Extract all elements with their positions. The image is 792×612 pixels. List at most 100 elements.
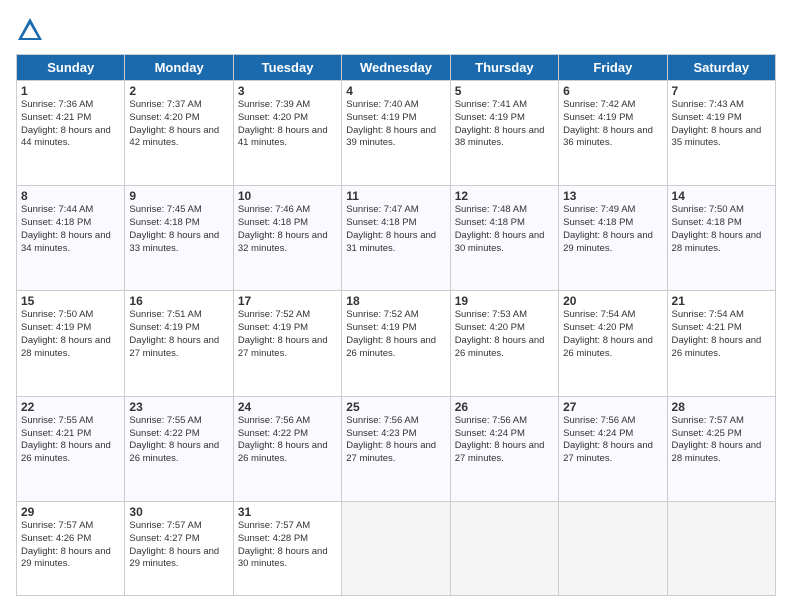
day-number: 9 <box>129 189 228 203</box>
calendar-cell <box>450 501 558 595</box>
day-number: 13 <box>563 189 662 203</box>
day-number: 15 <box>21 294 120 308</box>
day-info: Sunrise: 7:45 AMSunset: 4:18 PMDaylight:… <box>129 204 228 255</box>
calendar-week-row: 29Sunrise: 7:57 AMSunset: 4:26 PMDayligh… <box>17 501 776 595</box>
day-info: Sunrise: 7:56 AMSunset: 4:24 PMDaylight:… <box>455 415 554 466</box>
header <box>16 16 776 44</box>
calendar-cell: 4Sunrise: 7:40 AMSunset: 4:19 PMDaylight… <box>342 81 450 186</box>
day-number: 31 <box>238 505 337 519</box>
day-number: 18 <box>346 294 445 308</box>
day-info: Sunrise: 7:57 AMSunset: 4:25 PMDaylight:… <box>672 415 771 466</box>
calendar-cell: 10Sunrise: 7:46 AMSunset: 4:18 PMDayligh… <box>233 186 341 291</box>
day-info: Sunrise: 7:56 AMSunset: 4:23 PMDaylight:… <box>346 415 445 466</box>
calendar-cell: 27Sunrise: 7:56 AMSunset: 4:24 PMDayligh… <box>559 396 667 501</box>
day-number: 19 <box>455 294 554 308</box>
day-number: 21 <box>672 294 771 308</box>
calendar-cell: 29Sunrise: 7:57 AMSunset: 4:26 PMDayligh… <box>17 501 125 595</box>
day-info: Sunrise: 7:55 AMSunset: 4:22 PMDaylight:… <box>129 415 228 466</box>
day-info: Sunrise: 7:56 AMSunset: 4:24 PMDaylight:… <box>563 415 662 466</box>
calendar-cell: 1Sunrise: 7:36 AMSunset: 4:21 PMDaylight… <box>17 81 125 186</box>
day-info: Sunrise: 7:41 AMSunset: 4:19 PMDaylight:… <box>455 99 554 150</box>
weekday-header: Thursday <box>450 55 558 81</box>
day-number: 2 <box>129 84 228 98</box>
logo-icon <box>16 16 44 44</box>
day-info: Sunrise: 7:42 AMSunset: 4:19 PMDaylight:… <box>563 99 662 150</box>
day-info: Sunrise: 7:52 AMSunset: 4:19 PMDaylight:… <box>238 309 337 360</box>
day-number: 25 <box>346 400 445 414</box>
day-number: 14 <box>672 189 771 203</box>
calendar-cell: 5Sunrise: 7:41 AMSunset: 4:19 PMDaylight… <box>450 81 558 186</box>
weekday-header: Wednesday <box>342 55 450 81</box>
calendar-cell: 18Sunrise: 7:52 AMSunset: 4:19 PMDayligh… <box>342 291 450 396</box>
calendar-cell: 2Sunrise: 7:37 AMSunset: 4:20 PMDaylight… <box>125 81 233 186</box>
calendar-cell: 13Sunrise: 7:49 AMSunset: 4:18 PMDayligh… <box>559 186 667 291</box>
calendar-cell: 31Sunrise: 7:57 AMSunset: 4:28 PMDayligh… <box>233 501 341 595</box>
day-number: 6 <box>563 84 662 98</box>
calendar-cell: 7Sunrise: 7:43 AMSunset: 4:19 PMDaylight… <box>667 81 775 186</box>
calendar-cell: 9Sunrise: 7:45 AMSunset: 4:18 PMDaylight… <box>125 186 233 291</box>
calendar-cell: 14Sunrise: 7:50 AMSunset: 4:18 PMDayligh… <box>667 186 775 291</box>
calendar-body: 1Sunrise: 7:36 AMSunset: 4:21 PMDaylight… <box>17 81 776 596</box>
day-number: 30 <box>129 505 228 519</box>
day-number: 4 <box>346 84 445 98</box>
weekday-header: Sunday <box>17 55 125 81</box>
day-info: Sunrise: 7:56 AMSunset: 4:22 PMDaylight:… <box>238 415 337 466</box>
weekday-header: Monday <box>125 55 233 81</box>
day-info: Sunrise: 7:40 AMSunset: 4:19 PMDaylight:… <box>346 99 445 150</box>
calendar-cell: 28Sunrise: 7:57 AMSunset: 4:25 PMDayligh… <box>667 396 775 501</box>
day-number: 20 <box>563 294 662 308</box>
day-info: Sunrise: 7:57 AMSunset: 4:26 PMDaylight:… <box>21 520 120 571</box>
calendar-cell: 3Sunrise: 7:39 AMSunset: 4:20 PMDaylight… <box>233 81 341 186</box>
calendar-cell: 23Sunrise: 7:55 AMSunset: 4:22 PMDayligh… <box>125 396 233 501</box>
day-info: Sunrise: 7:47 AMSunset: 4:18 PMDaylight:… <box>346 204 445 255</box>
day-number: 12 <box>455 189 554 203</box>
day-info: Sunrise: 7:37 AMSunset: 4:20 PMDaylight:… <box>129 99 228 150</box>
calendar-cell: 16Sunrise: 7:51 AMSunset: 4:19 PMDayligh… <box>125 291 233 396</box>
day-number: 7 <box>672 84 771 98</box>
calendar-week-row: 1Sunrise: 7:36 AMSunset: 4:21 PMDaylight… <box>17 81 776 186</box>
calendar-cell: 26Sunrise: 7:56 AMSunset: 4:24 PMDayligh… <box>450 396 558 501</box>
day-info: Sunrise: 7:54 AMSunset: 4:20 PMDaylight:… <box>563 309 662 360</box>
weekday-header-row: SundayMondayTuesdayWednesdayThursdayFrid… <box>17 55 776 81</box>
day-info: Sunrise: 7:53 AMSunset: 4:20 PMDaylight:… <box>455 309 554 360</box>
day-info: Sunrise: 7:57 AMSunset: 4:27 PMDaylight:… <box>129 520 228 571</box>
day-info: Sunrise: 7:50 AMSunset: 4:18 PMDaylight:… <box>672 204 771 255</box>
day-info: Sunrise: 7:50 AMSunset: 4:19 PMDaylight:… <box>21 309 120 360</box>
calendar-cell: 8Sunrise: 7:44 AMSunset: 4:18 PMDaylight… <box>17 186 125 291</box>
calendar-cell: 30Sunrise: 7:57 AMSunset: 4:27 PMDayligh… <box>125 501 233 595</box>
calendar-cell: 19Sunrise: 7:53 AMSunset: 4:20 PMDayligh… <box>450 291 558 396</box>
calendar-cell <box>342 501 450 595</box>
day-number: 16 <box>129 294 228 308</box>
day-info: Sunrise: 7:49 AMSunset: 4:18 PMDaylight:… <box>563 204 662 255</box>
calendar-week-row: 8Sunrise: 7:44 AMSunset: 4:18 PMDaylight… <box>17 186 776 291</box>
calendar-week-row: 15Sunrise: 7:50 AMSunset: 4:19 PMDayligh… <box>17 291 776 396</box>
day-number: 17 <box>238 294 337 308</box>
weekday-header: Saturday <box>667 55 775 81</box>
page: SundayMondayTuesdayWednesdayThursdayFrid… <box>0 0 792 612</box>
day-number: 5 <box>455 84 554 98</box>
calendar-cell: 20Sunrise: 7:54 AMSunset: 4:20 PMDayligh… <box>559 291 667 396</box>
day-info: Sunrise: 7:44 AMSunset: 4:18 PMDaylight:… <box>21 204 120 255</box>
day-number: 23 <box>129 400 228 414</box>
calendar: SundayMondayTuesdayWednesdayThursdayFrid… <box>16 54 776 596</box>
weekday-header: Tuesday <box>233 55 341 81</box>
day-info: Sunrise: 7:57 AMSunset: 4:28 PMDaylight:… <box>238 520 337 571</box>
calendar-week-row: 22Sunrise: 7:55 AMSunset: 4:21 PMDayligh… <box>17 396 776 501</box>
day-info: Sunrise: 7:55 AMSunset: 4:21 PMDaylight:… <box>21 415 120 466</box>
calendar-cell: 15Sunrise: 7:50 AMSunset: 4:19 PMDayligh… <box>17 291 125 396</box>
day-info: Sunrise: 7:51 AMSunset: 4:19 PMDaylight:… <box>129 309 228 360</box>
day-info: Sunrise: 7:48 AMSunset: 4:18 PMDaylight:… <box>455 204 554 255</box>
day-number: 28 <box>672 400 771 414</box>
day-number: 3 <box>238 84 337 98</box>
weekday-header: Friday <box>559 55 667 81</box>
day-number: 11 <box>346 189 445 203</box>
calendar-cell <box>667 501 775 595</box>
day-info: Sunrise: 7:36 AMSunset: 4:21 PMDaylight:… <box>21 99 120 150</box>
calendar-cell: 21Sunrise: 7:54 AMSunset: 4:21 PMDayligh… <box>667 291 775 396</box>
day-number: 26 <box>455 400 554 414</box>
day-number: 24 <box>238 400 337 414</box>
calendar-cell: 11Sunrise: 7:47 AMSunset: 4:18 PMDayligh… <box>342 186 450 291</box>
day-info: Sunrise: 7:46 AMSunset: 4:18 PMDaylight:… <box>238 204 337 255</box>
day-number: 1 <box>21 84 120 98</box>
calendar-cell: 22Sunrise: 7:55 AMSunset: 4:21 PMDayligh… <box>17 396 125 501</box>
